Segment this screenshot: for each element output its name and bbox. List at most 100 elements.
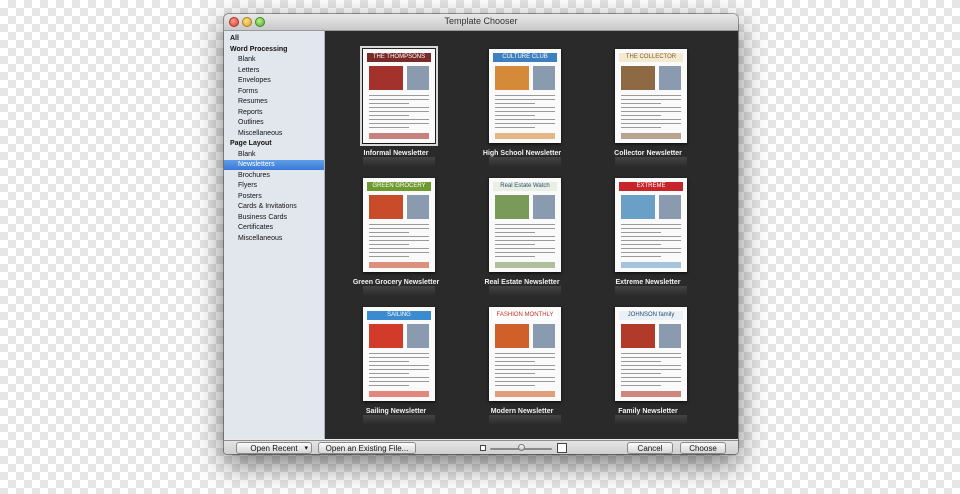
sidebar-item-miscellaneous[interactable]: Miscellaneous	[224, 129, 324, 139]
sidebar-item-envelopes[interactable]: Envelopes	[224, 76, 324, 86]
thumbnail-text-line	[621, 377, 681, 378]
thumbnail-text-line	[495, 373, 535, 374]
template-thumbnail[interactable]: CULTURE CLUB	[489, 49, 561, 143]
thumbnail-text-line	[369, 369, 429, 370]
sidebar-item-resumes[interactable]: Resumes	[224, 97, 324, 107]
template-card[interactable]: EXTREME Extreme Newsletter	[593, 168, 703, 296]
sidebar-item-word-processing[interactable]: Word Processing	[224, 45, 324, 55]
sidebar-item-certificates[interactable]: Certificates	[224, 223, 324, 233]
thumbnail-masthead: FASHION MONTHLY	[493, 311, 557, 320]
thumbnail-text-line	[621, 373, 661, 374]
thumbnail-text-line	[369, 385, 409, 386]
thumbnail-text-line	[621, 369, 681, 370]
thumbnail-photo	[659, 66, 681, 90]
thumbnail-text-line	[369, 236, 429, 237]
template-label: High School Newsletter	[482, 150, 562, 157]
thumbnail-text-line	[369, 123, 429, 124]
template-label: Real Estate Newsletter	[484, 279, 560, 286]
sidebar-item-outlines[interactable]: Outlines	[224, 118, 324, 128]
template-card[interactable]: GREEN GROCERY Green Grocery Newsletter	[341, 168, 451, 296]
thumbnail-text-line	[495, 244, 535, 245]
thumbnail-text-line	[495, 385, 535, 386]
sidebar-item-business-cards[interactable]: Business Cards	[224, 213, 324, 223]
sidebar-item-posters[interactable]: Posters	[224, 192, 324, 202]
thumbnail-reflection	[615, 157, 687, 167]
thumbnail-text-line	[621, 95, 681, 96]
template-card[interactable]: THE COLLECTOR Collector Newsletter	[593, 39, 703, 167]
template-card[interactable]: THE THOMPSONS Informal Newsletter	[341, 39, 451, 167]
thumbnail-reflection	[363, 286, 435, 296]
thumbnail-masthead: SAILING	[367, 311, 431, 320]
thumbnail-text-line	[621, 365, 681, 366]
sidebar-item-forms[interactable]: Forms	[224, 87, 324, 97]
thumbnail-photo	[369, 324, 403, 348]
template-card[interactable]: CULTURE CLUB High School Newsletter	[467, 39, 577, 167]
thumbnail-text-line	[495, 127, 535, 128]
sidebar-item-newsletters[interactable]: Newsletters	[224, 160, 324, 170]
sidebar-item-blank[interactable]: Blank	[224, 150, 324, 160]
large-thumbnail-icon[interactable]	[557, 443, 567, 453]
thumbnail-text-line	[369, 381, 429, 382]
template-thumbnail[interactable]: Real Estate Watch	[489, 178, 561, 272]
template-thumbnail[interactable]: THE THOMPSONS	[360, 46, 438, 146]
thumbnail-text-line	[369, 95, 429, 96]
thumbnail-footer-block	[495, 262, 555, 268]
window-title: Template Chooser	[444, 16, 518, 26]
template-thumbnail[interactable]: EXTREME	[615, 178, 687, 272]
template-card[interactable]: JOHNSON family Family Newsletter	[593, 297, 703, 425]
choose-button[interactable]: Choose	[680, 442, 726, 454]
thumbnail-text-line	[495, 123, 555, 124]
category-sidebar: All Word Processing Blank Letters Envelopes F…	[224, 31, 325, 439]
thumbnail-text-line	[369, 103, 409, 104]
small-thumbnail-icon[interactable]	[480, 445, 486, 451]
sidebar-item-flyers[interactable]: Flyers	[224, 181, 324, 191]
template-card[interactable]: FASHION MONTHLY Modern Newsletter	[467, 297, 577, 425]
sidebar-item-cards-invitations[interactable]: Cards & Invitations	[224, 202, 324, 212]
thumbnail-text-line	[369, 107, 429, 108]
thumbnail-size-slider-knob[interactable]	[517, 444, 525, 451]
sidebar-item-page-layout[interactable]: Page Layout	[224, 139, 324, 149]
thumbnail-text-line	[495, 115, 535, 116]
template-thumbnail[interactable]: THE COLLECTOR	[615, 49, 687, 143]
thumbnail-photo	[407, 66, 429, 90]
thumbnail-masthead: GREEN GROCERY	[367, 182, 431, 191]
sidebar-item-brochures[interactable]: Brochures	[224, 171, 324, 181]
thumbnail-masthead: Real Estate Watch	[493, 182, 557, 191]
template-chooser-window: Template Chooser All Word Processing Blank…	[224, 14, 738, 454]
template-thumbnail[interactable]: SAILING	[363, 307, 435, 401]
thumbnail-text-line	[495, 365, 555, 366]
cancel-button[interactable]: Cancel	[627, 442, 673, 454]
thumbnail-text-line	[369, 357, 429, 358]
thumbnail-reflection	[615, 415, 687, 425]
thumbnail-text-line	[369, 127, 409, 128]
thumbnail-text-line	[495, 111, 555, 112]
thumbnail-text-line	[369, 373, 409, 374]
open-existing-file-button[interactable]: Open an Existing File...	[318, 442, 416, 454]
sidebar-item-blank[interactable]: Blank	[224, 55, 324, 65]
thumbnail-text-line	[495, 353, 555, 354]
thumbnail-footer-block	[495, 133, 555, 139]
thumbnail-photo	[659, 195, 681, 219]
sidebar-item-all[interactable]: All	[224, 34, 324, 44]
thumbnail-text-line	[495, 103, 535, 104]
thumbnail-photo	[407, 195, 429, 219]
open-recent-button[interactable]: Open Recent ▾	[236, 442, 312, 454]
thumbnail-text-line	[621, 115, 661, 116]
template-thumbnail[interactable]: GREEN GROCERY	[363, 178, 435, 272]
thumbnail-photo	[407, 324, 429, 348]
thumbnail-photo	[533, 195, 555, 219]
template-card[interactable]: SAILING Sailing Newsletter	[341, 297, 451, 425]
template-thumbnail[interactable]: FASHION MONTHLY	[489, 307, 561, 401]
template-card[interactable]: Real Estate Watch Real Estate Newsletter	[467, 168, 577, 296]
sidebar-item-miscellaneous[interactable]: Miscellaneous	[224, 234, 324, 244]
template-thumbnail[interactable]: JOHNSON family	[615, 307, 687, 401]
thumbnail-text-line	[621, 252, 681, 253]
thumbnail-text-line	[369, 232, 409, 233]
thumbnail-text-line	[495, 256, 535, 257]
thumbnail-photo	[495, 195, 529, 219]
thumbnail-text-line	[369, 99, 429, 100]
thumbnail-text-line	[369, 353, 429, 354]
sidebar-item-reports[interactable]: Reports	[224, 108, 324, 118]
thumbnail-photo	[495, 324, 529, 348]
sidebar-item-letters[interactable]: Letters	[224, 66, 324, 76]
